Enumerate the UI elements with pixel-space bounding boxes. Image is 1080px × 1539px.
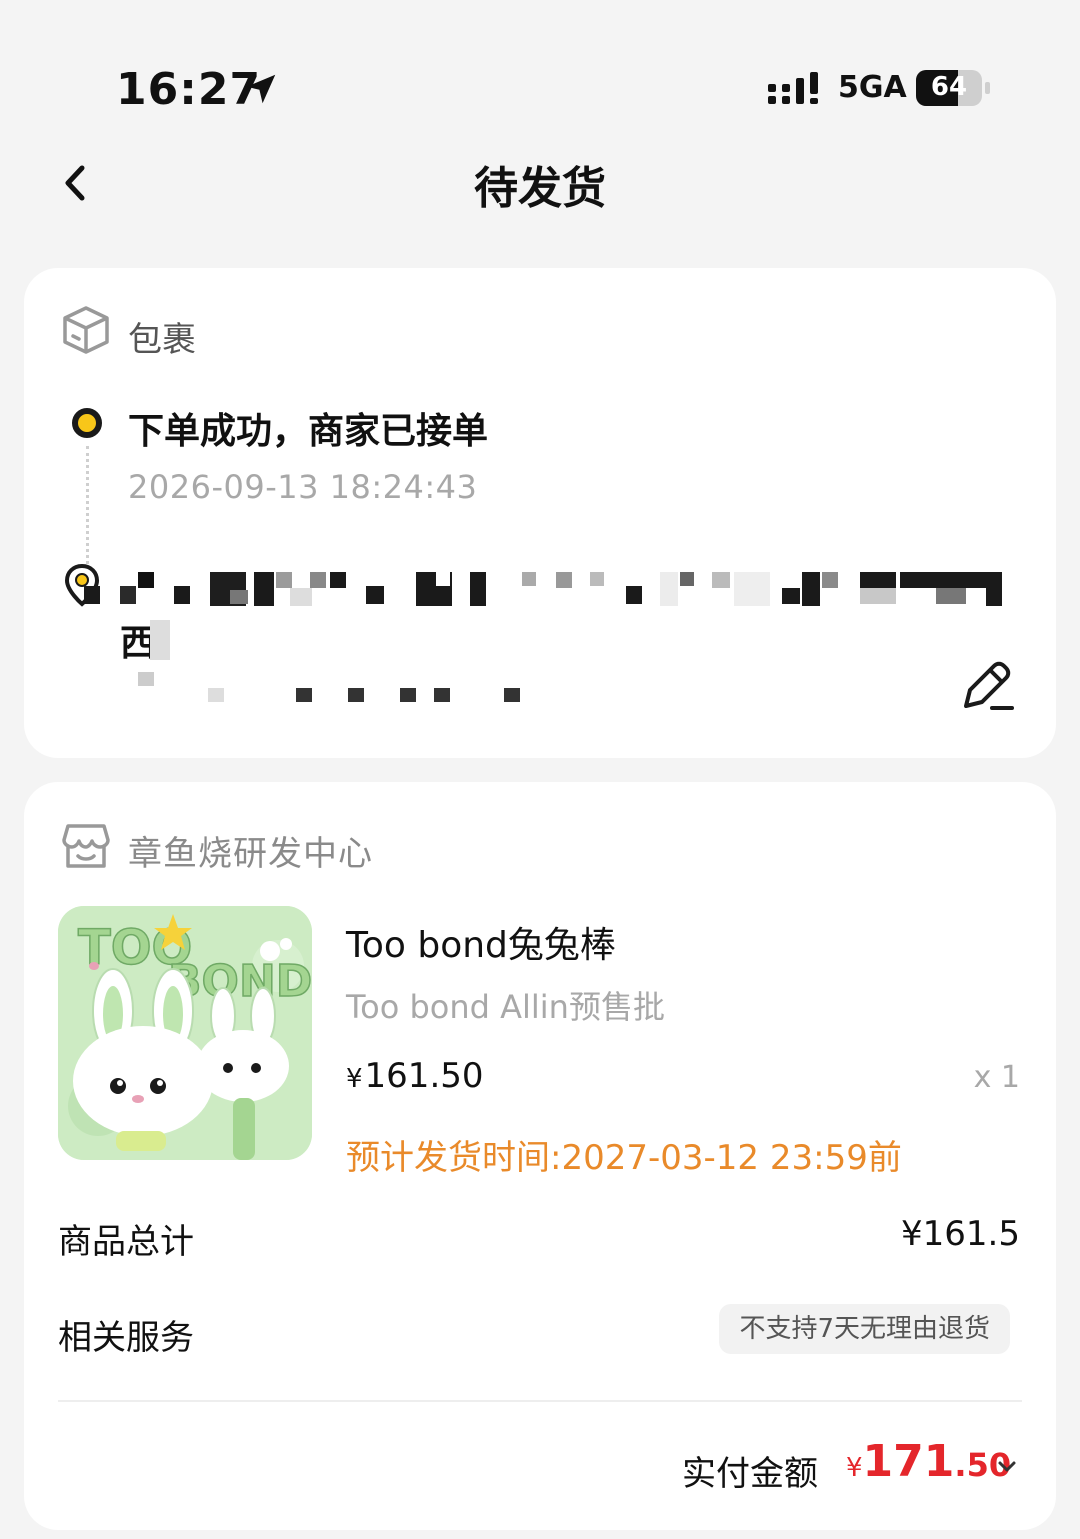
package-icon — [63, 306, 109, 354]
address-redacted — [84, 568, 1024, 608]
edit-address-icon[interactable] — [960, 656, 1016, 714]
battery-icon: 64 — [916, 70, 992, 106]
signal-icon — [768, 72, 818, 104]
shop-name[interactable]: 章鱼烧研发中心 — [128, 826, 373, 875]
subtotal-label: 商品总计 — [58, 1222, 194, 1262]
address-redacted-line2 — [120, 620, 180, 662]
estimated-ship-time: 预计发货时间:2027-03-12 23:59前 — [346, 1138, 902, 1178]
product-price: ¥161.50 — [346, 1056, 484, 1096]
page-title: 待发货 — [474, 163, 606, 214]
product-spec: Too bond Allin预售批 — [346, 988, 665, 1026]
address-contact-redacted — [134, 672, 554, 702]
service-label: 相关服务 — [58, 1318, 194, 1358]
package-card: 包裹 下单成功，商家已接单 2026-09-13 18:24:43 西 — [24, 268, 1056, 758]
battery-level: 64 — [930, 72, 968, 102]
paid-label: 实付金额 — [682, 1454, 818, 1494]
timeline-line — [86, 446, 89, 564]
price-symbol: ¥ — [346, 1064, 363, 1094]
product-image[interactable]: TOO BOND — [58, 906, 312, 1160]
status-time: 16:27 — [116, 64, 262, 115]
bunny-illustration: TOO BOND — [58, 906, 312, 1160]
paid-symbol: ¥ — [846, 1453, 863, 1483]
status-dot — [72, 408, 102, 438]
chevron-down-icon[interactable] — [994, 1454, 1020, 1480]
price-value: 161.50 — [364, 1056, 484, 1096]
shop-icon[interactable] — [60, 820, 112, 872]
product-quantity: x 1 — [973, 1060, 1020, 1095]
order-card: 章鱼烧研发中心 TOO BOND Too bond兔兔棒 Too bond Al… — [24, 782, 1056, 1530]
status-bar: 16:27 5GA 64 — [0, 0, 1080, 130]
service-tag: 不支持7天无理由退货 — [719, 1304, 1010, 1354]
network-label: 5GA — [838, 70, 907, 105]
product-name[interactable]: Too bond兔兔棒 — [346, 916, 616, 968]
order-status-time: 2026-09-13 18:24:43 — [128, 468, 478, 506]
package-label: 包裹 — [128, 320, 196, 360]
paid-int: 171 — [862, 1436, 955, 1487]
subtotal-value: ¥161.5 — [901, 1214, 1020, 1254]
order-status: 下单成功，商家已接单 — [128, 411, 489, 452]
divider — [58, 1400, 1022, 1402]
location-arrow-icon — [246, 74, 276, 104]
paid-amount[interactable]: ¥171.50 — [846, 1436, 1011, 1487]
